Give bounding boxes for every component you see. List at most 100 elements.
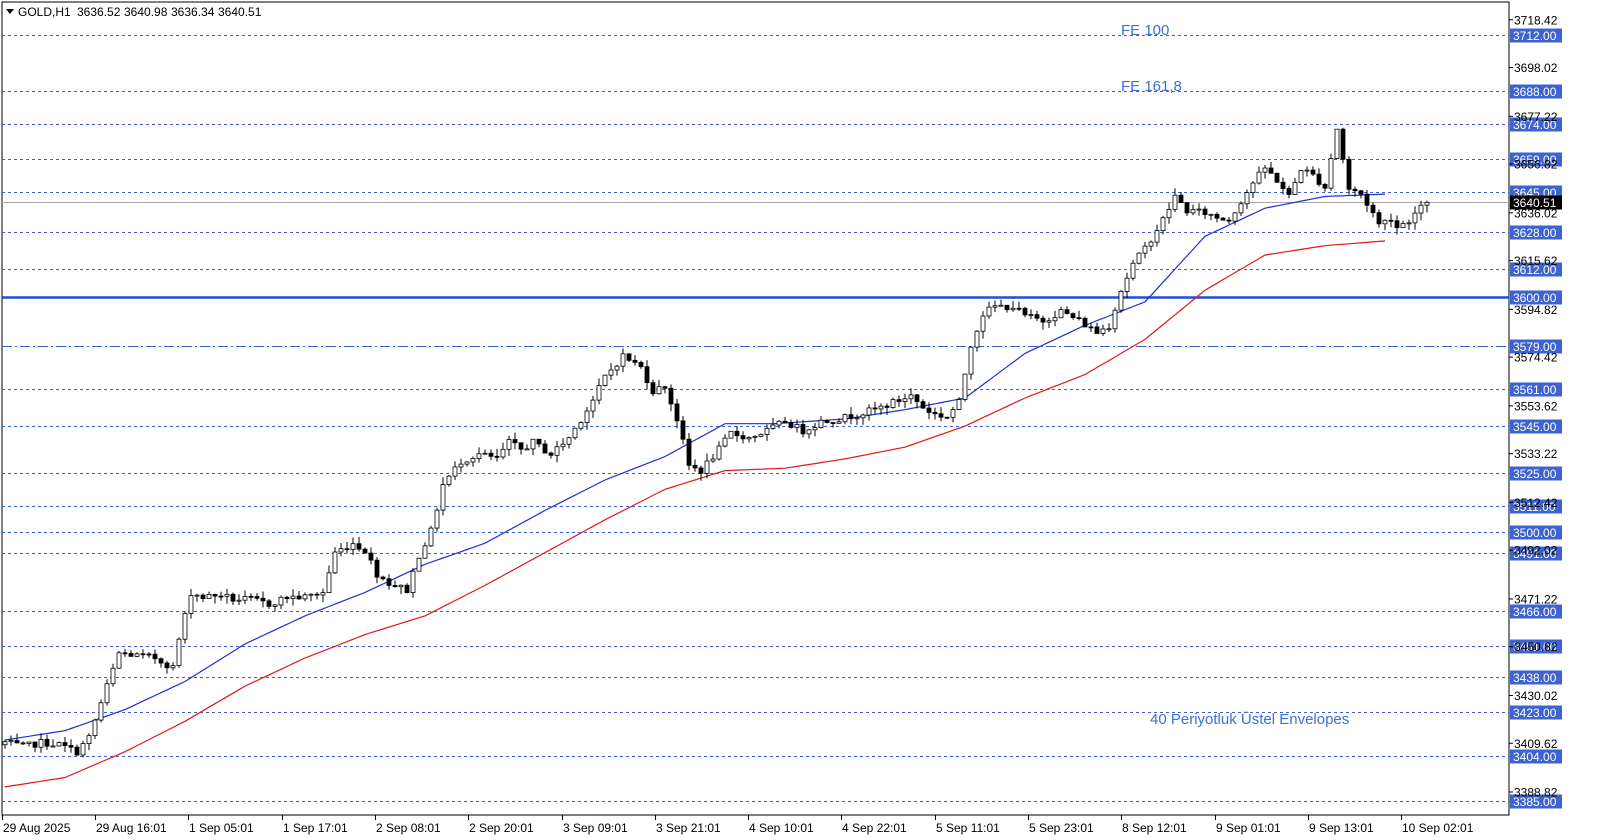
candle [638, 360, 644, 369]
candle [1418, 200, 1424, 221]
candle-body-down [674, 403, 680, 422]
candle-body-up [770, 424, 776, 429]
candle-body-up [908, 394, 914, 400]
candle-body-up [758, 434, 764, 437]
candle [374, 557, 380, 584]
candle [1214, 212, 1220, 223]
candle [1256, 166, 1262, 185]
candle-body-down [626, 353, 632, 361]
candle [32, 741, 38, 753]
candle-body-down [296, 595, 302, 600]
y-tick-label: 3574.42 [1514, 351, 1558, 365]
candle-body-up [1250, 182, 1256, 194]
candle [560, 438, 566, 451]
candle [650, 379, 656, 397]
candle-body-up [752, 435, 758, 438]
candle-body-down [650, 382, 656, 395]
candle [1328, 153, 1334, 191]
candle [632, 355, 638, 366]
y-tick-label: 3656.82 [1514, 158, 1558, 172]
candle-body-up [716, 445, 722, 460]
candlesticks [2, 127, 1430, 758]
candle [1238, 201, 1244, 216]
candle-body-up [1058, 309, 1064, 319]
candle [152, 649, 158, 664]
candle [68, 739, 74, 753]
candle-body-up [464, 461, 470, 465]
candle-body-down [824, 419, 830, 423]
candle-body-down [1274, 172, 1280, 183]
candle [8, 735, 14, 746]
candle [368, 547, 374, 565]
candle [524, 444, 530, 451]
candle-body-down [1352, 188, 1358, 192]
candle-body-up [458, 463, 464, 468]
candle [854, 414, 860, 425]
level-tag-label: 3404.00 [1513, 750, 1557, 764]
candle [350, 537, 356, 556]
candle [482, 449, 488, 455]
candle [254, 593, 260, 601]
candle [1160, 215, 1166, 235]
candle-body-up [308, 593, 314, 596]
candle [788, 419, 794, 429]
candle [1076, 310, 1082, 321]
candle-body-up [1172, 194, 1178, 210]
candle-body-up [1124, 277, 1130, 292]
candle [1082, 316, 1088, 328]
candle [950, 406, 956, 423]
candle-body-down [662, 386, 668, 389]
x-tick-label: 4 Sep 10:01 [749, 821, 814, 835]
candle-body-up [590, 399, 596, 412]
candle-body-down [494, 455, 500, 458]
candle-body-down [212, 593, 218, 597]
candle [908, 388, 914, 404]
candle [1052, 310, 1058, 327]
dropdown-triangle-icon[interactable] [6, 9, 14, 14]
candle-body-up [500, 448, 506, 458]
candle-body-up [1196, 208, 1202, 211]
candle-body-up [92, 719, 98, 737]
candle-body-down [44, 738, 50, 747]
candle-body-down [314, 593, 320, 596]
candle [1196, 203, 1202, 216]
candle-body-up [332, 551, 338, 574]
candle-body-up [86, 735, 92, 744]
candle [1274, 172, 1280, 184]
level-tag-label: 3628.00 [1513, 226, 1557, 240]
candle-body-up [110, 667, 116, 685]
candle [38, 733, 44, 753]
candle-body-down [218, 595, 224, 598]
candle [1364, 189, 1370, 213]
candle [1262, 164, 1268, 179]
candle-body-up [1304, 169, 1310, 172]
candle-body-up [956, 399, 962, 411]
candle [536, 438, 542, 448]
candle-body-up [710, 458, 716, 462]
candle-body-up [1262, 167, 1268, 173]
candle [314, 592, 320, 600]
candle-body-up [290, 595, 296, 600]
candle-body-up [1232, 212, 1238, 222]
candle-body-up [482, 452, 488, 455]
candle-body-down [158, 658, 164, 664]
candle-body-down [1268, 167, 1274, 174]
candle-body-up [134, 653, 140, 657]
candle [674, 398, 680, 429]
candle-body-up [890, 399, 896, 408]
candle [1058, 306, 1064, 319]
candle-body-up [1112, 309, 1118, 330]
candle [506, 435, 512, 456]
candle-body-up [1208, 213, 1214, 216]
candle [1340, 127, 1346, 164]
candle [548, 451, 554, 459]
candle [1376, 209, 1382, 228]
candle [1028, 309, 1034, 319]
candle-body-up [416, 557, 422, 572]
candle-body-down [782, 420, 788, 424]
candle-body-up [170, 665, 176, 669]
candle [62, 737, 68, 753]
candle [1130, 259, 1136, 281]
candle-body-down [680, 420, 686, 440]
x-tick-label: 5 Sep 23:01 [1029, 821, 1094, 835]
